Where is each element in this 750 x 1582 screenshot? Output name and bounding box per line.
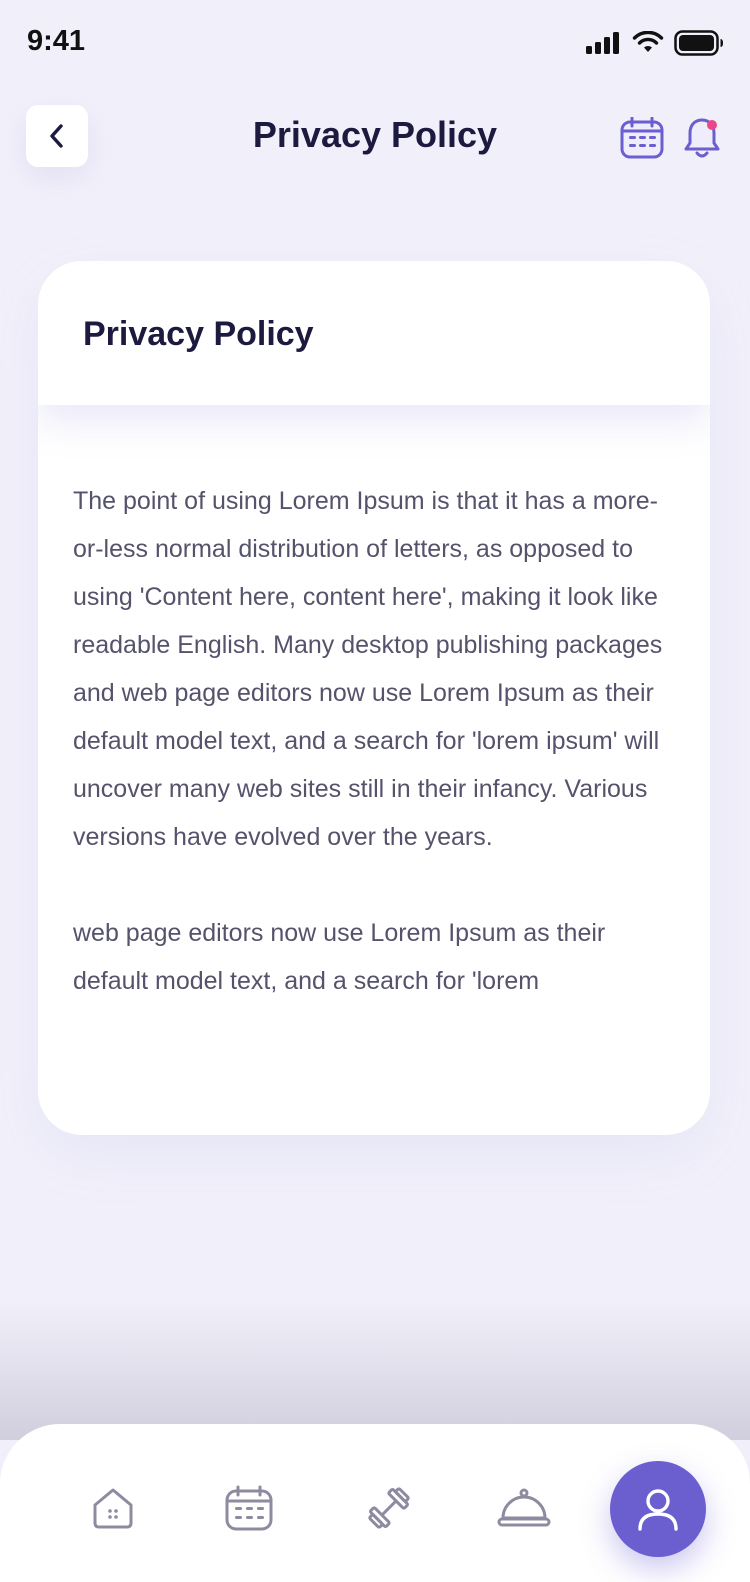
status-time: 9:41 [27, 25, 86, 57]
card-title: Privacy Policy [83, 315, 314, 353]
policy-paragraph: The point of using Lorem Ipsum is that i… [73, 487, 663, 851]
card-header: Privacy Policy [38, 261, 710, 405]
nav-calendar[interactable] [221, 1480, 277, 1536]
dumbbell-icon [368, 1487, 410, 1529]
policy-paragraph: web page editors now use Lorem Ipsum as … [73, 919, 606, 995]
calendar-icon [620, 116, 664, 159]
notifications-button[interactable] [682, 116, 722, 160]
privacy-policy-card: Privacy Policy The point of using Lorem … [38, 261, 710, 1135]
bottom-fade [0, 1300, 750, 1440]
profile-icon [638, 1489, 678, 1531]
nav-home[interactable] [85, 1480, 141, 1536]
cellular-signal-icon [586, 32, 619, 54]
nav-workouts[interactable] [361, 1480, 417, 1536]
nav-profile-active[interactable] [610, 1461, 706, 1557]
bell-icon [684, 118, 720, 158]
calendar-icon [225, 1485, 273, 1531]
nav-meals[interactable] [496, 1480, 552, 1536]
status-icons [586, 30, 724, 56]
wifi-icon [632, 31, 664, 52]
status-bar: 9:41 [0, 0, 750, 88]
calendar-button[interactable] [620, 116, 664, 159]
battery-icon [674, 30, 723, 56]
cloche-icon [497, 1488, 551, 1527]
card-body: The point of using Lorem Ipsum is that i… [73, 477, 683, 1005]
home-icon [93, 1488, 133, 1529]
